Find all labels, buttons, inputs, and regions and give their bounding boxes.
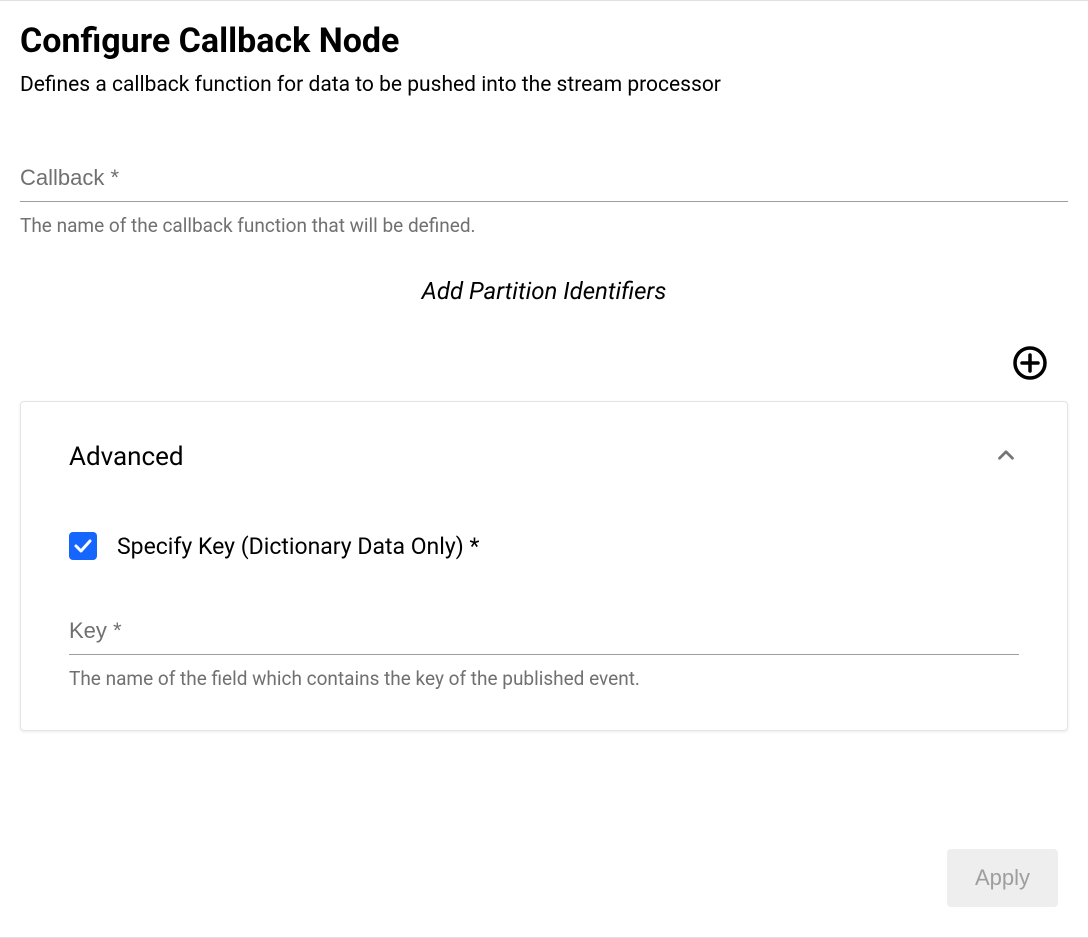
callback-helper-text: The name of the callback function that w… [20, 214, 1068, 237]
key-input[interactable] [69, 610, 1019, 655]
advanced-title: Advanced [69, 442, 184, 472]
plus-circle-icon [1012, 345, 1048, 381]
add-partition-button[interactable] [1012, 345, 1048, 381]
callback-input[interactable] [20, 157, 1068, 202]
key-helper-text: The name of the field which contains the… [69, 667, 1019, 690]
advanced-toggle[interactable]: Advanced [69, 442, 1019, 472]
partition-section-label: Add Partition Identifiers [20, 277, 1068, 305]
apply-button[interactable]: Apply [947, 849, 1058, 907]
callback-field-group: The name of the callback function that w… [20, 157, 1068, 237]
specify-key-label: Specify Key (Dictionary Data Only) * [117, 533, 479, 560]
specify-key-checkbox[interactable] [69, 532, 97, 560]
page-title: Configure Callback Node [20, 21, 1068, 61]
chevron-up-icon [993, 442, 1019, 472]
check-icon [73, 536, 93, 556]
page-subtitle: Defines a callback function for data to … [20, 73, 1068, 97]
advanced-card: Advanced Specify Key (Dictionary Data On… [20, 401, 1068, 731]
